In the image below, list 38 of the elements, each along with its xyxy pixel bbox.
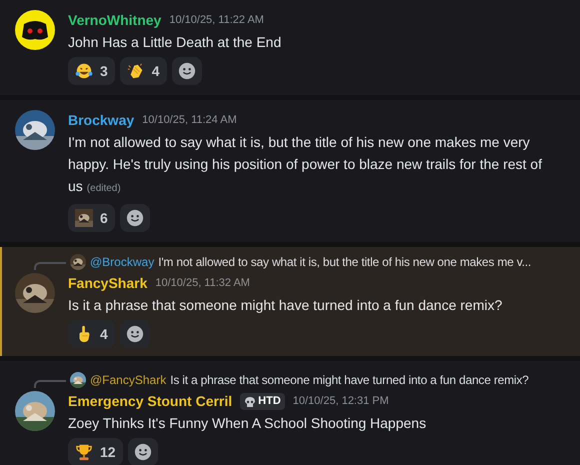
smiley-icon (126, 209, 144, 227)
add-reaction-button[interactable] (120, 320, 150, 348)
message-text: Zoey Thinks It's Funny When A School Shooting Happens (68, 414, 428, 433)
reply-connector (34, 262, 66, 270)
reply-connector (34, 380, 66, 388)
author-name[interactable]: Emergency Stount Cerril (68, 391, 232, 412)
smiley-icon (178, 62, 196, 80)
reaction-button[interactable]: 4 (68, 320, 115, 348)
smiley-icon (134, 443, 152, 461)
add-reaction-button[interactable] (172, 57, 202, 85)
tag-label: HTD (258, 394, 281, 410)
smiley-icon (126, 325, 144, 343)
reply-author[interactable]: @Brockway (90, 253, 154, 271)
timestamp: 10/10/25, 11:32 AM (155, 276, 250, 292)
reply-preview[interactable]: Is it a phrase that someone might have turned into a fun dance remix? (170, 371, 529, 389)
trophy-icon (75, 443, 93, 461)
reply-author[interactable]: @FancyShark (90, 371, 166, 389)
reaction-button[interactable]: 4 (120, 57, 167, 85)
add-reaction-button[interactable] (128, 438, 158, 465)
timestamp: 10/10/25, 11:24 AM (142, 113, 237, 128)
server-tag[interactable]: HTD (240, 393, 285, 410)
timestamp: 10/10/25, 12:31 PM (292, 394, 389, 410)
skull-icon (244, 396, 256, 408)
reaction-button[interactable]: 6 (68, 204, 115, 232)
add-reaction-button[interactable] (120, 204, 150, 232)
clapping-hands-emoji-icon (126, 62, 145, 80)
author-name[interactable]: Brockway (68, 110, 134, 131)
reply-preview[interactable]: I'm not allowed to say what it is, but the title of his new one makes me v... (158, 253, 532, 271)
reaction-button[interactable]: 12 (68, 438, 123, 465)
message-text: Is it a phrase that someone might have turned into a fun dance remix? (68, 296, 504, 315)
timestamp: 10/10/25, 11:22 AM (169, 13, 264, 28)
robot-face-avatar-icon (15, 10, 55, 50)
reaction-button[interactable]: 3 (68, 57, 115, 85)
message-text: John Has a Little Death at the End (68, 33, 282, 52)
author-name[interactable]: VernoWhitney (68, 10, 162, 31)
laughing-tears-emoji-icon (75, 62, 93, 80)
author-name[interactable]: FancyShark (68, 273, 148, 294)
message-text: I'm not allowed to say what it is, but the title of his new one makes me very happy. He's truly using his position of power to blaze new trails for the rest of us (edited) (68, 133, 543, 196)
